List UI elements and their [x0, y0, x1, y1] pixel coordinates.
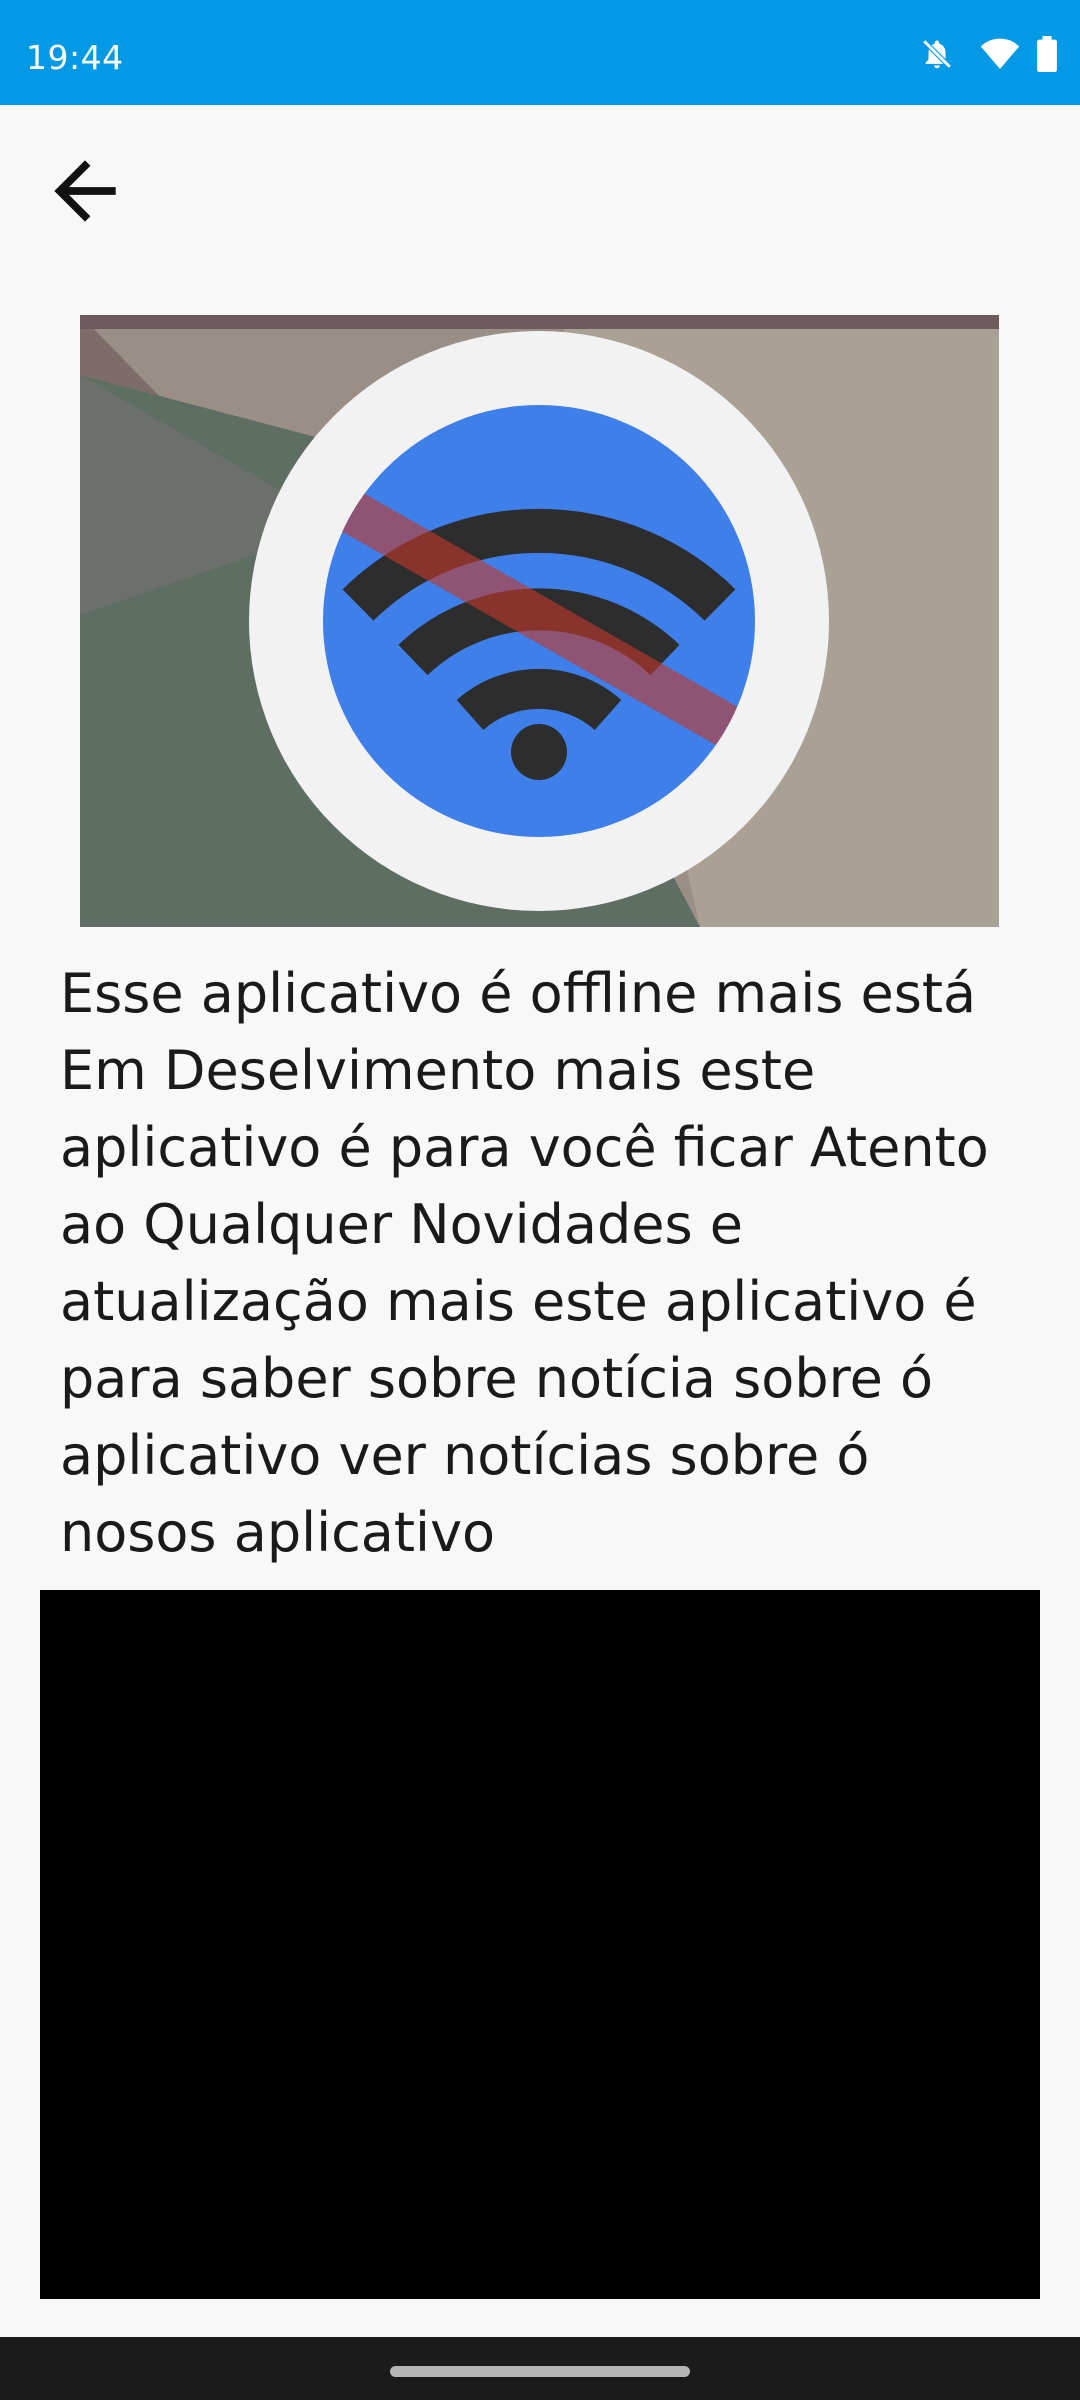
back-button[interactable]: [28, 136, 142, 250]
navigation-bar: [0, 2337, 1080, 2400]
battery-icon: [1036, 36, 1058, 72]
notifications-off-icon: [920, 36, 954, 72]
video-area[interactable]: [40, 1590, 1040, 2299]
description-text: Esse aplicativo é offline mais está Em D…: [60, 962, 989, 1564]
hero-image: [80, 315, 999, 927]
home-handle[interactable]: [390, 2366, 690, 2377]
wifi-icon: [980, 37, 1020, 71]
status-time: 19:44: [26, 38, 124, 77]
status-icons: [920, 36, 1058, 72]
arrow-back-icon: [39, 145, 131, 241]
status-bar: 19:44: [0, 0, 1080, 105]
